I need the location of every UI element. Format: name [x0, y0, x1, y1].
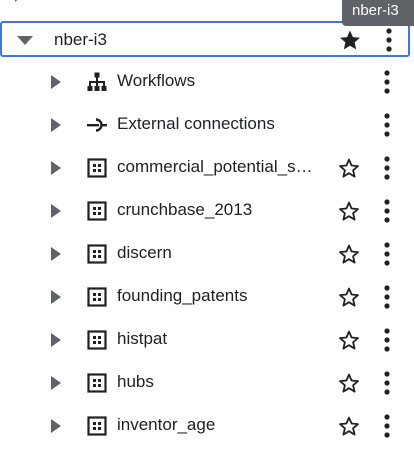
tree-item[interactable]: inventor_age	[0, 404, 414, 447]
tree-item-label: founding_patents	[117, 286, 248, 305]
star-outline-icon[interactable]	[337, 285, 361, 309]
more-options-icon[interactable]	[381, 370, 393, 396]
expand-caret-icon[interactable]	[50, 203, 62, 219]
expand-caret-icon[interactable]	[50, 160, 62, 176]
dataset-icon	[86, 372, 108, 394]
more-options-icon[interactable]	[383, 27, 395, 53]
star-outline-icon[interactable]	[337, 242, 361, 266]
tree-item-label: External connections	[117, 114, 275, 133]
more-options-icon[interactable]	[381, 284, 393, 310]
star-outline-icon[interactable]	[337, 371, 361, 395]
more-options-icon[interactable]	[381, 413, 393, 439]
collapse-caret-icon[interactable]	[16, 34, 34, 46]
more-options-icon[interactable]	[381, 69, 393, 95]
tree-item-label: covid-19-dimensions-ai	[54, 0, 229, 5]
star-outline-icon[interactable]	[337, 328, 361, 352]
more-options-icon[interactable]	[381, 198, 393, 224]
dataset-icon	[86, 415, 108, 437]
star-outline-icon[interactable]	[337, 414, 361, 438]
tree-item[interactable]: histpat	[0, 318, 414, 361]
tree-item-label: histpat	[117, 329, 168, 348]
tree-item[interactable]: Workflows	[0, 60, 414, 103]
expand-caret-icon[interactable]	[50, 246, 62, 262]
tree-item[interactable]: External connections	[0, 103, 414, 146]
dataset-icon	[86, 243, 108, 265]
tree-item[interactable]: commercial_potential_s…	[0, 146, 414, 189]
external-connection-icon	[86, 114, 108, 136]
expand-caret-icon[interactable]	[14, 0, 24, 2]
tree-item-label: discern	[117, 243, 172, 262]
expand-caret-icon[interactable]	[50, 418, 62, 434]
more-options-icon[interactable]	[381, 241, 393, 267]
tree-item[interactable]: hubs	[0, 361, 414, 404]
dataset-icon	[86, 200, 108, 222]
workflow-icon	[86, 71, 108, 93]
expand-caret-icon[interactable]	[50, 332, 62, 348]
tree-item-label: hubs	[117, 372, 154, 391]
project-row-nber-i3[interactable]: nber-i3	[0, 21, 410, 57]
project-label: nber-i3	[54, 30, 107, 49]
dataset-icon	[86, 286, 108, 308]
expand-caret-icon[interactable]	[50, 289, 62, 305]
dataset-icon	[86, 329, 108, 351]
star-filled-icon[interactable]	[338, 28, 362, 52]
tree-item[interactable]: founding_patents	[0, 275, 414, 318]
more-options-icon[interactable]	[381, 155, 393, 181]
star-outline-icon[interactable]	[337, 199, 361, 223]
expand-caret-icon[interactable]	[50, 117, 62, 133]
more-options-icon[interactable]	[381, 327, 393, 353]
star-outline-icon[interactable]	[337, 156, 361, 180]
tree-item-label: crunchbase_2013	[117, 200, 253, 219]
project-tooltip: nber-i3	[342, 0, 414, 26]
tree-item-label: inventor_age	[117, 415, 216, 434]
tree-item[interactable]: crunchbase_2013	[0, 189, 414, 232]
tree-item-label: Workflows	[117, 71, 196, 90]
expand-caret-icon[interactable]	[50, 375, 62, 391]
tree-item-label: commercial_potential_s…	[117, 157, 313, 176]
more-options-icon[interactable]	[381, 112, 393, 138]
tree-item[interactable]: discern	[0, 232, 414, 275]
expand-caret-icon[interactable]	[50, 74, 62, 90]
dataset-icon	[86, 157, 108, 179]
